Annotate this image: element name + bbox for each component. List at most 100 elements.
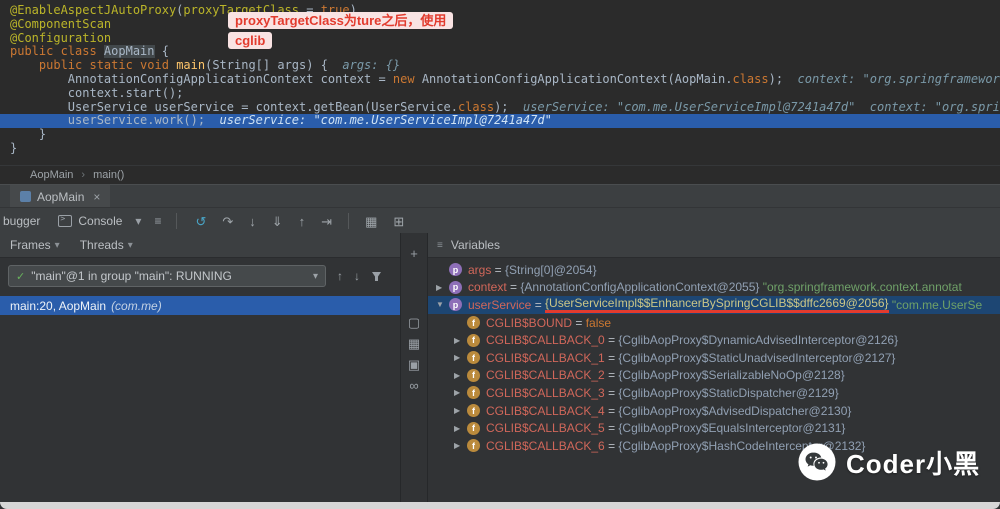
variable-row[interactable]: ▶ f CGLIB$CALLBACK_4 = {CglibAopProxy$Advi… (428, 402, 1000, 420)
force-step-into-icon[interactable]: ⇓ (272, 215, 283, 228)
code-token: ); (494, 100, 509, 114)
callout-line-2: cglib (228, 32, 273, 49)
variable-row[interactable]: p args = {String[0]@2054} (428, 261, 1000, 279)
grid-icon[interactable]: ▦ (408, 333, 420, 354)
next-frame-icon[interactable]: ↓ (354, 269, 360, 283)
layout-grid-icon[interactable]: ▦ (365, 215, 377, 228)
variable-value: {String[0]@2054} (505, 262, 597, 277)
rerun-icon[interactable]: ↺ (195, 215, 206, 228)
code-line[interactable]: AnnotationConfigApplicationContext conte… (0, 73, 1000, 87)
variable-value: {AnnotationConfigApplicationContext@2055… (520, 280, 763, 295)
parameter-icon: p (449, 298, 462, 312)
layout-menu-icon[interactable]: ≡ (154, 214, 161, 228)
expand-icon[interactable]: ▶ (454, 336, 467, 345)
code-token: AnnotationConfigApplicationContext(AopMa… (414, 72, 733, 86)
console-icon (58, 214, 73, 227)
code-line[interactable]: } (0, 128, 1000, 142)
variables-menu-icon[interactable]: ≡ (437, 240, 443, 251)
variable-name: CGLIB$CALLBACK_3 (486, 385, 605, 400)
breadcrumb-item-method[interactable]: main() (93, 169, 124, 181)
code-token: context: "org.springframework.context.an… (797, 72, 1000, 86)
restore-layout-icon[interactable]: ⊞ (393, 215, 404, 228)
collapse-icon[interactable]: ▼ (436, 300, 449, 309)
code-token: ); (768, 72, 784, 86)
field-icon: f (467, 404, 480, 418)
code-token: userService: "com.me.UserServiceImpl@724… (205, 114, 552, 128)
expand-icon[interactable]: ▶ (454, 371, 467, 380)
tab-frames[interactable]: Frames ▾ (10, 238, 60, 252)
variable-row[interactable]: f CGLIB$BOUND = false (428, 314, 1000, 332)
code-token: context.start(); (10, 86, 184, 100)
code-line[interactable]: UserService userService = context.getBea… (0, 101, 1000, 115)
code-line[interactable]: public class AopMain { (0, 45, 1000, 59)
variable-name: CGLIB$CALLBACK_2 (486, 368, 605, 383)
code-token: public static void (38, 59, 177, 73)
frames-tab-label: Frames (10, 238, 51, 252)
variable-row[interactable]: ▶ f CGLIB$CALLBACK_0 = {CglibAopProxy$Dyna… (428, 331, 1000, 349)
filter-icon[interactable] (371, 271, 382, 282)
expand-icon[interactable]: ▶ (436, 283, 449, 292)
code-token: @ComponentScan (10, 17, 112, 31)
threads-tab-label: Threads (79, 238, 124, 252)
variable-row[interactable]: ▶ f CGLIB$CALLBACK_5 = {CglibAopProxy$Equa… (428, 419, 1000, 437)
ide-window: @EnableAspectJAutoProxy(proxyTargetClass… (0, 0, 1000, 509)
code-token: class (732, 72, 769, 86)
add-watch-icon[interactable]: + (410, 243, 418, 264)
frames-options-icon: ▾ (54, 239, 60, 251)
tab-debugger[interactable]: bugger (3, 214, 40, 228)
thread-selector[interactable]: ✓ "main"@1 in group "main": RUNNING ▾ (8, 265, 326, 287)
variable-row[interactable]: ▶ f CGLIB$CALLBACK_2 = {CglibAopProxy$Seri… (428, 367, 1000, 385)
variable-row[interactable]: ▼ p userService = {UserServiceImpl$$Enhanc… (428, 296, 1000, 314)
code-editor[interactable]: @EnableAspectJAutoProxy(proxyTargetClass… (0, 0, 1000, 165)
code-line[interactable]: context.start(); (0, 87, 1000, 101)
variable-name: CGLIB$CALLBACK_1 (486, 350, 605, 365)
threads-options-icon: ▾ (127, 239, 133, 251)
code-line[interactable]: @Configuration (0, 32, 1000, 46)
current-execution-line[interactable]: userService.work(); userService: "com.me… (0, 114, 1000, 129)
variable-row[interactable]: ▶ p context = {AnnotationConfigApplication… (428, 279, 1000, 297)
close-tab-icon[interactable]: × (93, 190, 100, 204)
variable-name: userService (468, 297, 532, 312)
console-tab-label: Console (78, 214, 123, 228)
variable-row[interactable]: ▶ f CGLIB$CALLBACK_1 = {CglibAopProxy$Stat… (428, 349, 1000, 367)
equals-sign: = (572, 315, 586, 330)
code-lines: @EnableAspectJAutoProxy(proxyTargetClass… (0, 0, 1000, 156)
frames-panel-header: Frames ▾ Threads ▾ (0, 233, 400, 258)
wechat-icon (798, 443, 836, 481)
copy-icon[interactable]: ▣ (408, 354, 420, 375)
expand-icon[interactable]: ▶ (454, 388, 467, 397)
code-line[interactable]: @EnableAspectJAutoProxy(proxyTargetClass… (0, 4, 1000, 18)
equals-sign: = (604, 333, 619, 348)
breadcrumb-item-class[interactable]: AopMain (30, 169, 73, 181)
variables-panel-header: ≡ Variables (428, 233, 1000, 258)
tab-threads[interactable]: Threads ▾ (80, 238, 133, 252)
console-options-icon[interactable]: ▾ (135, 214, 141, 228)
equals-sign: = (604, 438, 619, 453)
variable-row[interactable]: ▶ f CGLIB$CALLBACK_3 = {CglibAopProxy$Stat… (428, 384, 1000, 402)
watch-icon[interactable]: ∞ (409, 375, 418, 396)
expand-icon[interactable]: ▶ (454, 441, 467, 450)
tab-console[interactable]: Console (58, 214, 122, 228)
previous-frame-icon[interactable]: ↑ (337, 269, 343, 283)
code-token: (String[] args) { (205, 59, 328, 73)
dropdown-arrow-icon[interactable]: ▾ (313, 271, 318, 282)
expand-icon[interactable]: ▶ (454, 424, 467, 433)
step-over-icon[interactable]: ↷ (222, 215, 233, 228)
expand-icon[interactable]: ▶ (454, 353, 467, 362)
code-line[interactable]: @ComponentScan (0, 18, 1000, 32)
code-line[interactable]: public static void main(String[] args) {… (0, 59, 1000, 73)
variable-value: "com.me.UserSe (891, 297, 983, 312)
run-to-cursor-icon[interactable]: ⇥ (321, 215, 332, 228)
expand-icon[interactable]: ▶ (454, 406, 467, 415)
code-token: class (457, 100, 495, 114)
code-line[interactable]: } (0, 142, 1000, 156)
variable-value: "org.springframework.context.annotat (762, 280, 962, 295)
stack-frame-row[interactable]: main:20, AopMain (com.me) (0, 296, 400, 315)
thread-selector-row: ✓ "main"@1 in group "main": RUNNING ▾ ↑ … (8, 265, 392, 287)
variable-name: CGLIB$CALLBACK_5 (486, 421, 605, 436)
step-out-icon[interactable]: ↑ (299, 215, 306, 228)
step-into-icon[interactable]: ↓ (249, 215, 256, 228)
debug-session-tab[interactable]: AopMain × (10, 185, 111, 208)
monitor-icon[interactable]: ▢ (408, 312, 420, 333)
annotation-callout: proxyTargetClass为ture之后，使用 cglib (228, 12, 454, 52)
